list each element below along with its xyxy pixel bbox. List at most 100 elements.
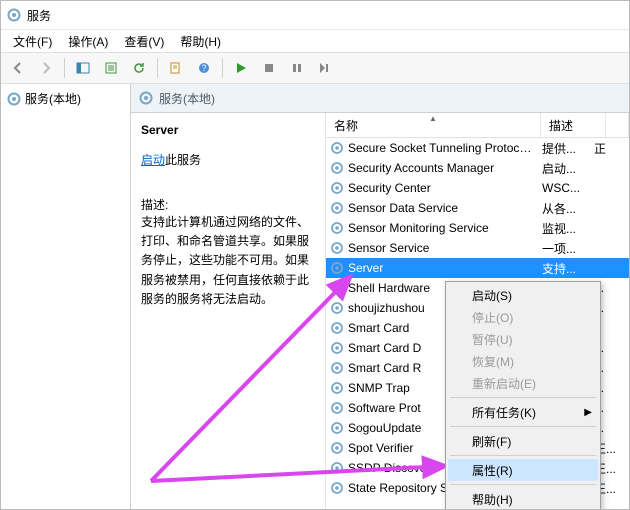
gear-icon	[330, 221, 344, 235]
stop-service-button[interactable]	[256, 55, 282, 81]
ctx-all-tasks[interactable]: 所有任务(K) ▶	[448, 401, 598, 423]
pane-header: 服务(本地)	[131, 84, 629, 113]
pause-service-button[interactable]	[284, 55, 310, 81]
nav-tree: 服务(本地)	[1, 84, 131, 510]
nav-root-label: 服务(本地)	[25, 90, 81, 107]
help-button[interactable]: ?	[191, 55, 217, 81]
gear-icon	[330, 161, 344, 175]
nav-services-local[interactable]: 服务(本地)	[3, 88, 128, 109]
gear-icon	[330, 241, 344, 255]
service-row[interactable]: Server 支持...	[326, 258, 629, 278]
gear-icon	[139, 91, 153, 105]
service-desc: 一项...	[542, 240, 590, 257]
ctx-help[interactable]: 帮助(H)	[448, 488, 598, 510]
service-name: Security Accounts Manager	[348, 161, 538, 175]
service-name: Sensor Monitoring Service	[348, 221, 538, 235]
menu-file[interactable]: 文件(F)	[5, 31, 60, 52]
column-name[interactable]: 名称 ▲	[326, 113, 541, 137]
sort-asc-icon: ▲	[429, 114, 437, 123]
start-service-link-row: 启动此服务	[141, 151, 315, 168]
separator	[450, 397, 596, 398]
separator	[450, 455, 596, 456]
services-icon	[7, 8, 21, 22]
pane-title: 服务(本地)	[159, 90, 215, 107]
gear-icon	[330, 141, 344, 155]
service-desc: 监视...	[542, 220, 590, 237]
toolbar: ?	[1, 52, 629, 84]
ctx-stop: 停止(O)	[448, 306, 598, 328]
service-name: Sensor Service	[348, 241, 538, 255]
gear-icon	[7, 92, 21, 106]
service-desc: 提供...	[542, 140, 590, 157]
separator	[64, 58, 65, 78]
window-title: 服务	[27, 7, 51, 24]
start-service-link[interactable]: 启动	[141, 153, 165, 167]
export-list-button[interactable]	[98, 55, 124, 81]
separator	[222, 58, 223, 78]
service-name: Secure Socket Tunneling Protocol...	[348, 141, 538, 155]
gear-icon	[330, 281, 344, 295]
ctx-pause: 暂停(U)	[448, 328, 598, 350]
show-hide-tree-button[interactable]	[70, 55, 96, 81]
gear-icon	[330, 441, 344, 455]
gear-icon	[330, 321, 344, 335]
separator	[450, 426, 596, 427]
separator	[157, 58, 158, 78]
gear-icon	[330, 401, 344, 415]
service-desc: 支持...	[542, 260, 590, 277]
gear-icon	[330, 341, 344, 355]
ctx-resume: 恢复(M)	[448, 350, 598, 372]
gear-icon	[330, 301, 344, 315]
description-body: 支持此计算机通过网络的文件、打印、和命名管道共享。如果服务停止，这些功能不可用。…	[141, 213, 315, 309]
service-row[interactable]: Sensor Data Service 从各...	[326, 198, 629, 218]
menubar: 文件(F) 操作(A) 查看(V) 帮助(H)	[1, 30, 629, 52]
column-name-label: 名称	[334, 117, 358, 134]
gear-icon	[330, 201, 344, 215]
service-row[interactable]: Sensor Monitoring Service 监视...	[326, 218, 629, 238]
service-name: Sensor Data Service	[348, 201, 538, 215]
gear-icon	[330, 381, 344, 395]
service-row[interactable]: Security Accounts Manager 启动...	[326, 158, 629, 178]
properties-button[interactable]	[163, 55, 189, 81]
column-rest[interactable]	[606, 113, 629, 137]
titlebar: 服务	[1, 1, 629, 30]
service-desc: WSC...	[542, 181, 590, 195]
refresh-button[interactable]	[126, 55, 152, 81]
column-desc-label: 描述	[549, 117, 573, 134]
service-name: Security Center	[348, 181, 538, 195]
menu-view[interactable]: 查看(V)	[116, 31, 172, 52]
service-name: Server	[348, 261, 538, 275]
column-headers: 名称 ▲ 描述	[326, 113, 629, 138]
context-menu: 启动(S) 停止(O) 暂停(U) 恢复(M) 重新启动(E) 所有任务(K) ▶…	[445, 281, 601, 510]
service-row[interactable]: Secure Socket Tunneling Protocol... 提供...…	[326, 138, 629, 158]
back-button[interactable]	[5, 55, 31, 81]
restart-service-button[interactable]	[312, 55, 338, 81]
gear-icon	[330, 461, 344, 475]
gear-icon	[330, 421, 344, 435]
menu-help[interactable]: 帮助(H)	[172, 31, 229, 52]
gear-icon	[330, 181, 344, 195]
submenu-arrow-icon: ▶	[584, 407, 592, 418]
separator	[450, 484, 596, 485]
menu-action[interactable]: 操作(A)	[60, 31, 116, 52]
gear-icon	[330, 361, 344, 375]
ctx-restart: 重新启动(E)	[448, 372, 598, 394]
selected-service-name: Server	[141, 123, 315, 137]
description-label: 描述:	[141, 196, 315, 213]
start-service-button[interactable]	[228, 55, 254, 81]
service-rest: 正	[594, 140, 625, 157]
service-row[interactable]: Security Center WSC...	[326, 178, 629, 198]
service-desc: 启动...	[542, 160, 590, 177]
column-desc[interactable]: 描述	[541, 113, 606, 137]
ctx-properties[interactable]: 属性(R)	[448, 459, 598, 481]
start-service-suffix: 此服务	[165, 153, 201, 167]
detail-pane: Server 启动此服务 描述: 支持此计算机通过网络的文件、打印、和命名管道共…	[131, 113, 326, 510]
service-row[interactable]: Sensor Service 一项...	[326, 238, 629, 258]
ctx-all-tasks-label: 所有任务(K)	[472, 404, 536, 421]
forward-button[interactable]	[33, 55, 59, 81]
ctx-start[interactable]: 启动(S)	[448, 284, 598, 306]
ctx-refresh[interactable]: 刷新(F)	[448, 430, 598, 452]
svg-text:?: ?	[201, 63, 206, 73]
gear-icon	[330, 261, 344, 275]
service-desc: 从各...	[542, 200, 590, 217]
